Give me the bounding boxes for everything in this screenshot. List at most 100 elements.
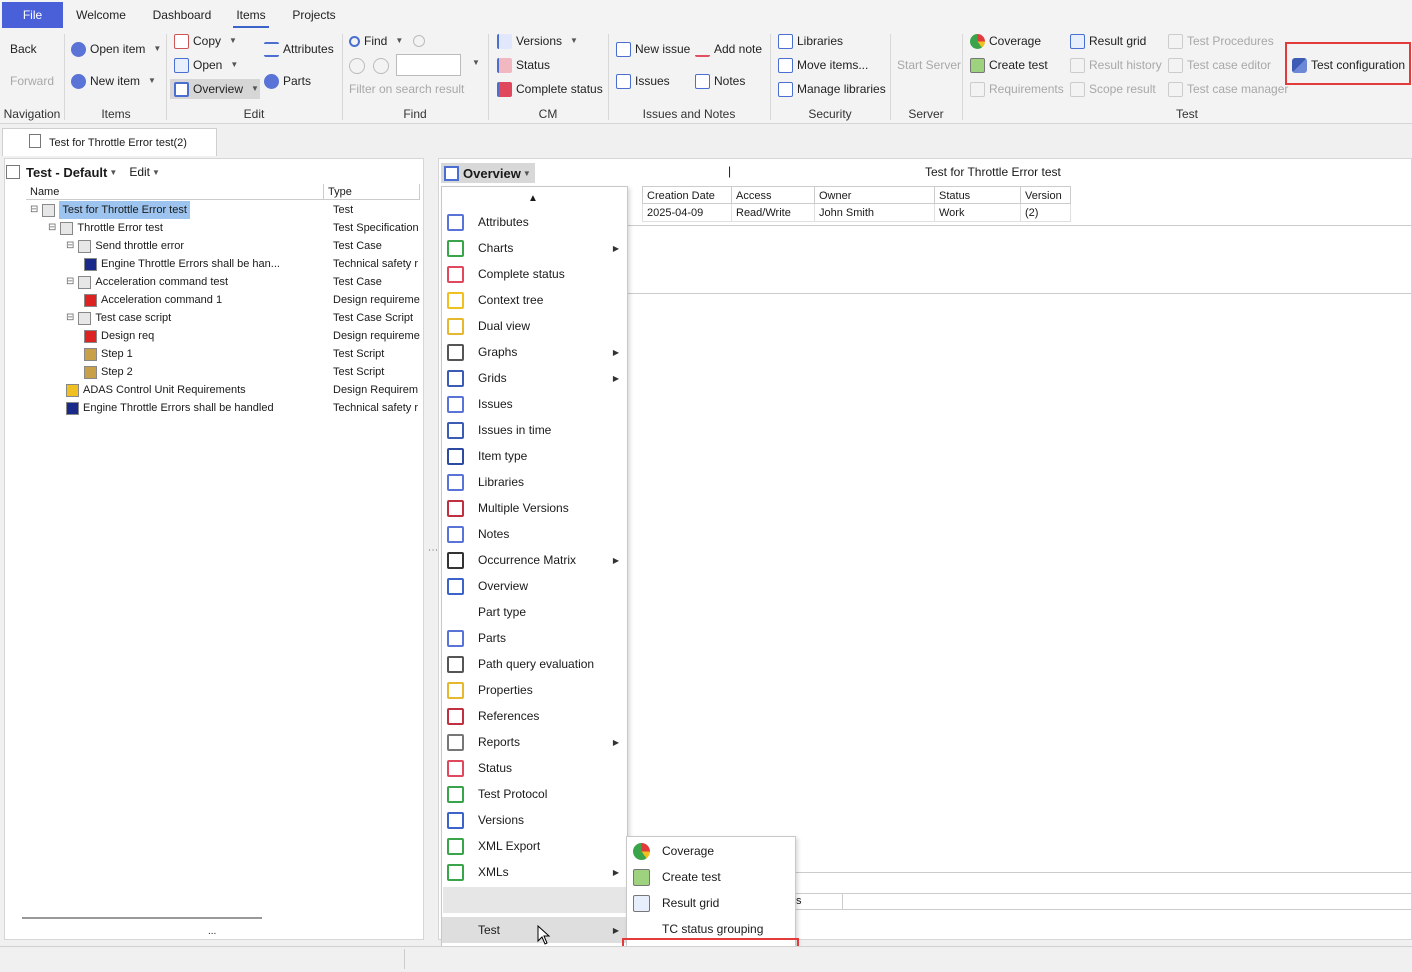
collapse-icon[interactable]: ⊟	[48, 219, 56, 237]
status-button[interactable]: Status	[497, 55, 550, 75]
menu-item-occurrence-matrix[interactable]: Occurrence Matrix ▶	[442, 547, 627, 573]
document-tab[interactable]: Test for Throttle Error test(2)	[2, 128, 217, 156]
start-server-button[interactable]: Start Server	[897, 55, 961, 75]
submenu-item-coverage[interactable]: Coverage	[627, 838, 795, 864]
menu-item-references[interactable]: References	[442, 703, 627, 729]
test-case-editor-button[interactable]: Test case editor	[1168, 55, 1271, 75]
menu-item-issues-in-time[interactable]: Issues in time	[442, 417, 627, 443]
tab-welcome[interactable]: Welcome	[68, 2, 134, 28]
tree-row[interactable]: ⊟ Test for Throttle Error test Test	[26, 201, 420, 219]
submenu-item-create-test[interactable]: Create test	[627, 864, 795, 890]
menu-item-status[interactable]: Status	[442, 755, 627, 781]
edit-menu[interactable]: Edit	[129, 165, 150, 179]
menu-item-versions[interactable]: Versions	[442, 807, 627, 833]
manage-libraries-button[interactable]: Manage libraries	[778, 79, 886, 99]
result-history-button[interactable]: Result history	[1070, 55, 1162, 75]
tree-row[interactable]: ⊟ Throttle Error test Test Specification	[26, 219, 420, 237]
tree-row[interactable]: ⊟ Send throttle error Test Case	[26, 237, 420, 255]
next-result-icon[interactable]	[373, 58, 389, 74]
versions-button[interactable]: Versions ▼	[497, 31, 578, 51]
scope-result-button[interactable]: Scope result	[1070, 79, 1156, 99]
tab-items[interactable]: Items	[233, 2, 269, 28]
back-button[interactable]: Back	[10, 39, 37, 59]
result-grid-button[interactable]: Result grid	[1070, 31, 1146, 51]
previous-result-icon[interactable]	[349, 58, 365, 74]
menu-item-path-query-evaluation[interactable]: Path query evaluation	[442, 651, 627, 677]
menu-item-properties[interactable]: Properties	[442, 677, 627, 703]
collapse-icon[interactable]: ⊟	[66, 273, 74, 291]
menu-item-context-tree[interactable]: Context tree	[442, 287, 627, 313]
menu-item-grids[interactable]: Grids ▶	[442, 365, 627, 391]
new-issue-button[interactable]: New issue	[616, 39, 690, 59]
coverage-button[interactable]: Coverage	[970, 31, 1041, 51]
tree-row[interactable]: ADAS Control Unit Requirements Design Req…	[26, 381, 420, 399]
add-note-button[interactable]: Add note	[695, 39, 762, 59]
menu-item-part-type[interactable]: Part type	[442, 599, 627, 625]
column-header-type[interactable]: Type	[324, 184, 420, 200]
tree-row[interactable]: Engine Throttle Errors shall be han... Te…	[26, 255, 420, 273]
menu-item-dual-view[interactable]: Dual view	[442, 313, 627, 339]
menu-item-multiple-versions[interactable]: Multiple Versions	[442, 495, 627, 521]
grid-header-status[interactable]: Status	[934, 186, 1021, 204]
tree-row[interactable]: Step 2 Test Script	[26, 363, 420, 381]
menu-item-complete-status[interactable]: Complete status	[442, 261, 627, 287]
menu-item-graphs[interactable]: Graphs ▶	[442, 339, 627, 365]
tree-row[interactable]: Step 1 Test Script	[26, 345, 420, 363]
tab-file[interactable]: File	[2, 2, 63, 28]
menu-item-libraries[interactable]: Libraries	[442, 469, 627, 495]
tab-projects[interactable]: Projects	[286, 2, 342, 28]
new-item-button[interactable]: New item ▼	[71, 71, 156, 91]
submenu-item-result-grid[interactable]: Result grid	[627, 890, 795, 916]
horizontal-scrollbar[interactable]	[22, 917, 262, 919]
menu-item-parts[interactable]: Parts	[442, 625, 627, 651]
chevron-down-icon[interactable]: ▼	[472, 58, 480, 67]
collapse-icon[interactable]: ⊟	[30, 201, 38, 219]
open-button[interactable]: Open ▼	[174, 55, 238, 75]
collapse-icon[interactable]: ⊟	[66, 237, 74, 255]
menu-item-test[interactable]: Test ▶	[442, 917, 627, 943]
tree-row[interactable]: Acceleration command 1 Design requireme	[26, 291, 420, 309]
tree-row[interactable]: ⊟ Acceleration command test Test Case	[26, 273, 420, 291]
tree-row[interactable]: Engine Throttle Errors shall be handled T…	[26, 399, 420, 417]
create-test-button[interactable]: Create test	[970, 55, 1048, 75]
view-title[interactable]: Test - Default	[26, 165, 107, 180]
complete-status-button[interactable]: Complete status	[497, 79, 603, 99]
menu-item-test-protocol[interactable]: Test Protocol	[442, 781, 627, 807]
issues-button[interactable]: Issues	[616, 71, 670, 91]
menu-item-item-type[interactable]: Item type	[442, 443, 627, 469]
chevron-down-icon[interactable]: ▼	[152, 168, 160, 177]
grid-header-creation-date[interactable]: Creation Date	[642, 186, 732, 204]
test-procedures-button[interactable]: Test Procedures	[1168, 31, 1274, 51]
requirements-button[interactable]: Requirements	[970, 79, 1064, 99]
copy-button[interactable]: Copy ▼	[174, 31, 237, 51]
find-button[interactable]: Find ▼	[349, 31, 426, 51]
grid-header-owner[interactable]: Owner	[814, 186, 935, 204]
notes-button[interactable]: Notes	[695, 71, 745, 91]
tree-row[interactable]: ⊟ Test case script Test Case Script	[26, 309, 420, 327]
menu-item-attributes[interactable]: Attributes	[442, 209, 627, 235]
tab-dashboard[interactable]: Dashboard	[146, 2, 218, 28]
menu-item-reports[interactable]: Reports ▶	[442, 729, 627, 755]
menu-item-xml-export[interactable]: XML Export	[442, 833, 627, 859]
splitter-handle[interactable]: ⋮	[427, 545, 438, 555]
overview-view-button[interactable]: Overview ▼	[441, 163, 535, 183]
tree-row[interactable]: Design req Design requireme	[26, 327, 420, 345]
attributes-button[interactable]: Attributes	[264, 39, 334, 59]
open-item-button[interactable]: Open item ▼	[71, 39, 161, 59]
menu-item-notes[interactable]: Notes	[442, 521, 627, 547]
parts-button[interactable]: Parts	[264, 71, 311, 91]
menu-item-issues[interactable]: Issues	[442, 391, 627, 417]
forward-button[interactable]: Forward	[10, 71, 54, 91]
test-case-manager-button[interactable]: Test case manager	[1168, 79, 1288, 99]
grid-header-access[interactable]: Access	[731, 186, 815, 204]
libraries-button[interactable]: Libraries	[778, 31, 843, 51]
overview-button[interactable]: Overview ▼	[170, 79, 260, 99]
chevron-down-icon[interactable]: ▼	[109, 168, 117, 177]
find-input[interactable]	[396, 54, 461, 76]
menu-item-charts[interactable]: Charts ▶	[442, 235, 627, 261]
move-items-button[interactable]: Move items...	[778, 55, 868, 75]
menu-item-xmls[interactable]: XMLs ▶	[442, 859, 627, 885]
menu-item-overview[interactable]: Overview	[442, 573, 627, 599]
grid-header-version[interactable]: Version	[1020, 186, 1071, 204]
scroll-up-arrow-icon[interactable]: ▲	[528, 193, 538, 204]
